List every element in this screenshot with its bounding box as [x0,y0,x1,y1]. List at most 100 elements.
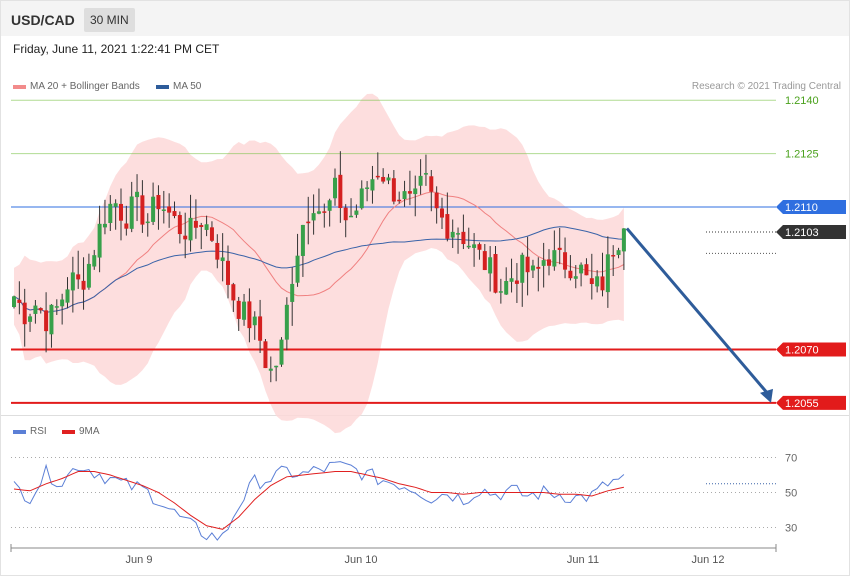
candle-body [215,242,220,260]
candle-body [370,179,375,191]
candle-body [167,206,172,213]
candle-body [525,256,530,273]
candle-body [300,224,305,256]
candle-body [365,187,370,189]
candle-body [381,176,386,182]
rsi-tick-label: 70 [785,453,797,465]
candle-body [595,276,600,287]
candle-body [33,305,38,314]
candle-body [44,310,49,332]
candle-body [375,175,380,178]
level-label: 1.2125 [785,149,819,161]
price-tag-label: 1.2070 [785,344,819,356]
candle-body [60,299,65,307]
candle-body [450,231,455,238]
projection-arrow-line [625,227,770,395]
candle-body [258,316,263,341]
candle-body [199,225,204,227]
candle-body [102,223,107,228]
candle-body [92,255,97,267]
candle-body [156,194,161,210]
candle-body [418,175,423,186]
candle-body [359,188,364,209]
candle-body [482,251,487,271]
candle-body [434,192,439,209]
candle-body [279,339,284,365]
candle-body [611,255,616,257]
price-tag-label: 1.2103 [785,227,819,239]
candle-body [579,264,584,274]
candle-body [12,296,16,308]
candle-body [477,244,482,250]
candle-body [386,177,391,181]
rsi-9ma-line [13,471,624,530]
candle-body [504,281,509,295]
candle-body [391,178,396,202]
candle [263,338,268,369]
candle-body [343,207,348,221]
candle-body [226,260,230,285]
x-tick-label: Jun 9 [126,554,153,566]
candle-body [231,284,236,301]
candle-body [242,301,247,320]
candle-body [183,235,188,240]
candle-body [172,211,177,217]
candle-body [129,196,134,229]
bollinger-band-area [14,93,624,434]
candle-body [605,254,610,293]
candle-body [81,280,86,290]
candle-body [311,213,316,221]
candle-body [338,174,343,209]
candle-body [589,278,594,285]
candle-body [108,203,113,224]
candle-body [252,316,257,326]
candle-body [306,221,311,224]
candle-body [193,220,198,228]
candle-body [552,250,557,267]
candle-body [38,308,43,311]
candle-body [541,260,546,266]
level-label: 1.2140 [785,95,819,107]
candle-body [28,316,33,322]
candle-body [263,341,268,369]
x-tick-label: Jun 12 [691,554,724,566]
candle-body [76,274,81,280]
candle-body [284,304,289,340]
candle-body [440,208,444,218]
candle-body [584,264,589,276]
candle-body [316,211,321,214]
candle-body [547,259,551,266]
candle-body [472,244,477,248]
candle-body [151,196,156,222]
candle-body [536,266,541,269]
candle-body [119,203,123,221]
candle-body [429,176,434,192]
candle-body [520,254,525,283]
candle-body [514,280,519,284]
candle-body [145,221,150,224]
candle-body [327,200,332,211]
candle-body [274,365,279,368]
candle-body [407,191,412,194]
candle-body [17,299,22,303]
candle-body [333,177,337,199]
candle-body [124,223,129,229]
candle-body [188,217,193,241]
candle-body [135,191,140,198]
candle-body [493,253,498,293]
price-chart-svg: 1.2140 1.2125 1.2110 1.2103 1.2070 1.2055 70 50… [10,93,846,566]
candle-body [86,263,91,288]
projection-arrow-head-icon [760,388,773,403]
candle-body [349,215,354,218]
candle-body [209,227,214,241]
candle-body [445,214,450,239]
candle-body [49,304,54,335]
candle-body [236,300,241,319]
candle-body [600,276,605,291]
candle-body [22,302,27,325]
x-tick-label: Jun 11 [567,554,599,566]
candle-body [54,306,59,308]
candle-body [65,289,70,303]
candle-body [161,209,166,211]
candle-body [616,250,621,255]
